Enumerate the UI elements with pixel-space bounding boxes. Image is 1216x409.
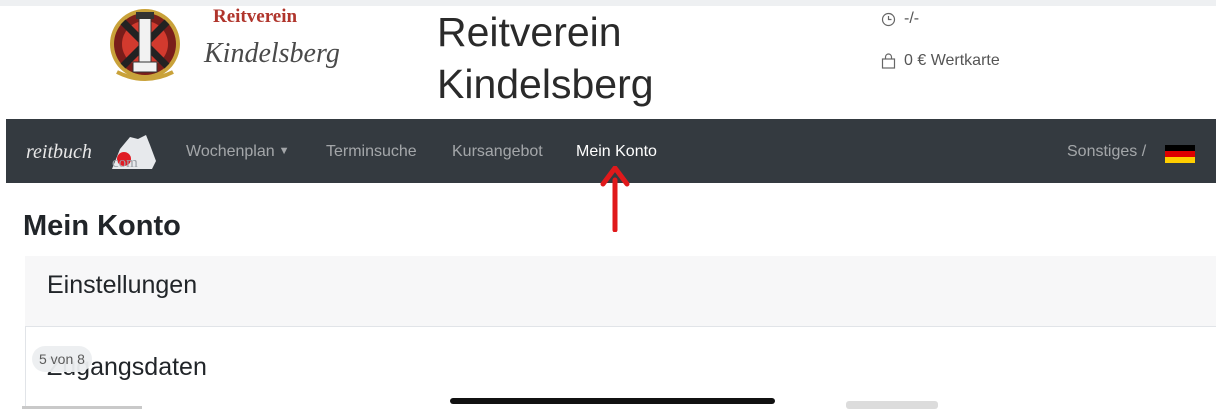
shopping-bag-icon [881,53,896,69]
partial-button[interactable] [846,401,938,409]
german-flag-icon[interactable] [1165,145,1195,163]
brand-suffix: com [112,155,138,171]
page-title: Mein Konto [23,210,181,242]
nav-terminsuche[interactable]: Terminsuche [326,143,417,161]
home-indicator[interactable] [450,398,775,404]
nav-wochenplan-label: Wochenplan [186,143,275,160]
site-title: Reitverein Kindelsberg [437,6,767,110]
logo-text-top: Reitverein [213,6,298,27]
nav-mein-konto[interactable]: Mein Konto [576,143,657,161]
settings-card-header [25,256,1216,327]
site-title-line1: Reitverein [437,9,622,55]
annotation-arrow-icon [600,166,630,232]
brand-text: reitbuch [26,141,92,163]
clock-icon [881,12,896,26]
caret-down-icon: ▼ [278,145,290,157]
time-info: -/- [881,10,919,28]
logo-text-script: Kindelsberg [204,38,340,69]
page-indicator: 5 von 8 [32,346,92,372]
reitbuch-brand[interactable]: reitbuch com [26,133,166,173]
nav-kursangebot[interactable]: Kursangebot [452,143,543,161]
site-title-line2: Kindelsberg [437,61,654,107]
wertkarte-value: 0 € Wertkarte [904,52,1000,69]
settings-card-title: Einstellungen [47,271,198,299]
nav-wochenplan[interactable]: Wochenplan ▼ [186,143,290,161]
time-value: -/- [904,10,920,27]
nav-sonstiges[interactable]: Sonstiges / [1067,143,1146,161]
wertkarte-info[interactable]: 0 € Wertkarte [881,52,1000,70]
